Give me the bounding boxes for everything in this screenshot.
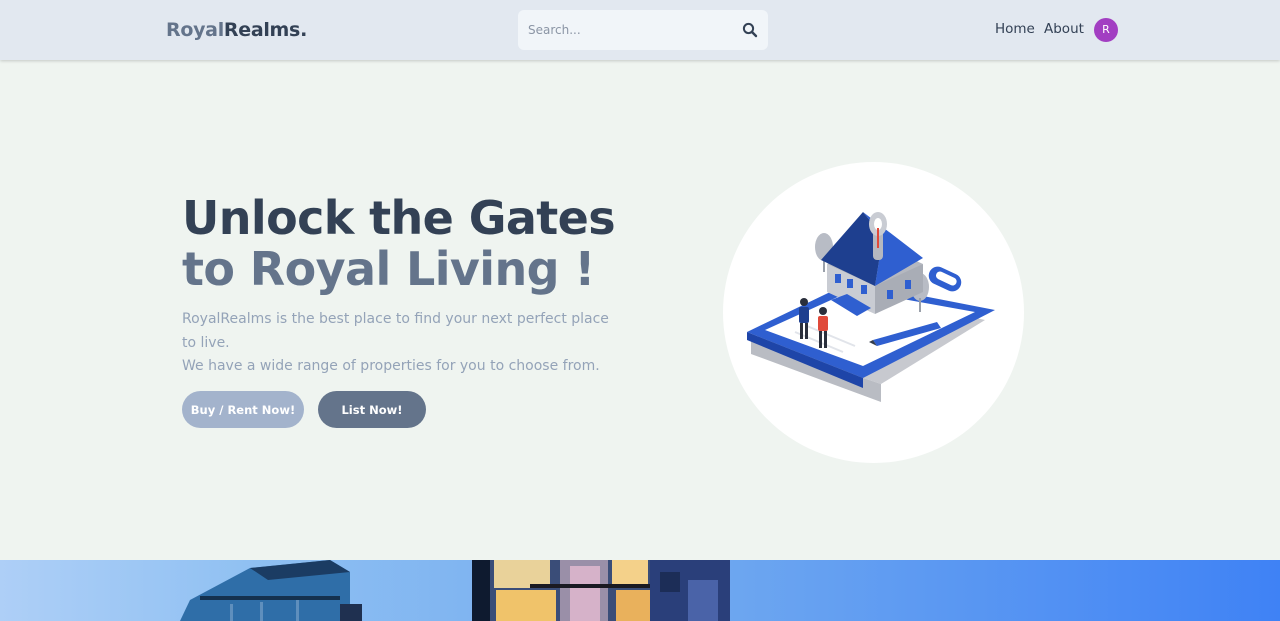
top-navbar: RoyalRealms. Home About R [0,0,1280,60]
house-on-clipboard-illustration [747,212,995,402]
hero-title-line1: Unlock the Gates [182,191,616,245]
search-form [518,10,768,50]
logo-part-royal: Royal [166,19,224,41]
property-banner-image [0,560,1280,621]
user-avatar[interactable]: R [1094,18,1118,42]
building-photo [180,560,730,621]
hero-description: RoyalRealms is the best place to find yo… [182,308,622,379]
logo-part-realms: Realms. [223,19,307,41]
hero-description-line1: RoyalRealms is the best place to find yo… [182,311,609,351]
search-input[interactable] [518,10,733,50]
brand-logo[interactable]: RoyalRealms. [166,19,307,41]
hero-title-line2: to Royal Living ! [182,242,595,296]
nav-link-about[interactable]: About [1044,21,1084,37]
hero-illustration [723,162,1024,463]
search-icon[interactable] [742,22,758,38]
hero-description-line2: We have a wide range of properties for y… [182,358,600,374]
nav-link-home[interactable]: Home [995,21,1035,37]
hero-title: Unlock the Gates to Royal Living ! [182,191,616,296]
list-now-button[interactable]: List Now! [318,391,426,428]
buy-rent-button[interactable]: Buy / Rent Now! [182,391,304,428]
